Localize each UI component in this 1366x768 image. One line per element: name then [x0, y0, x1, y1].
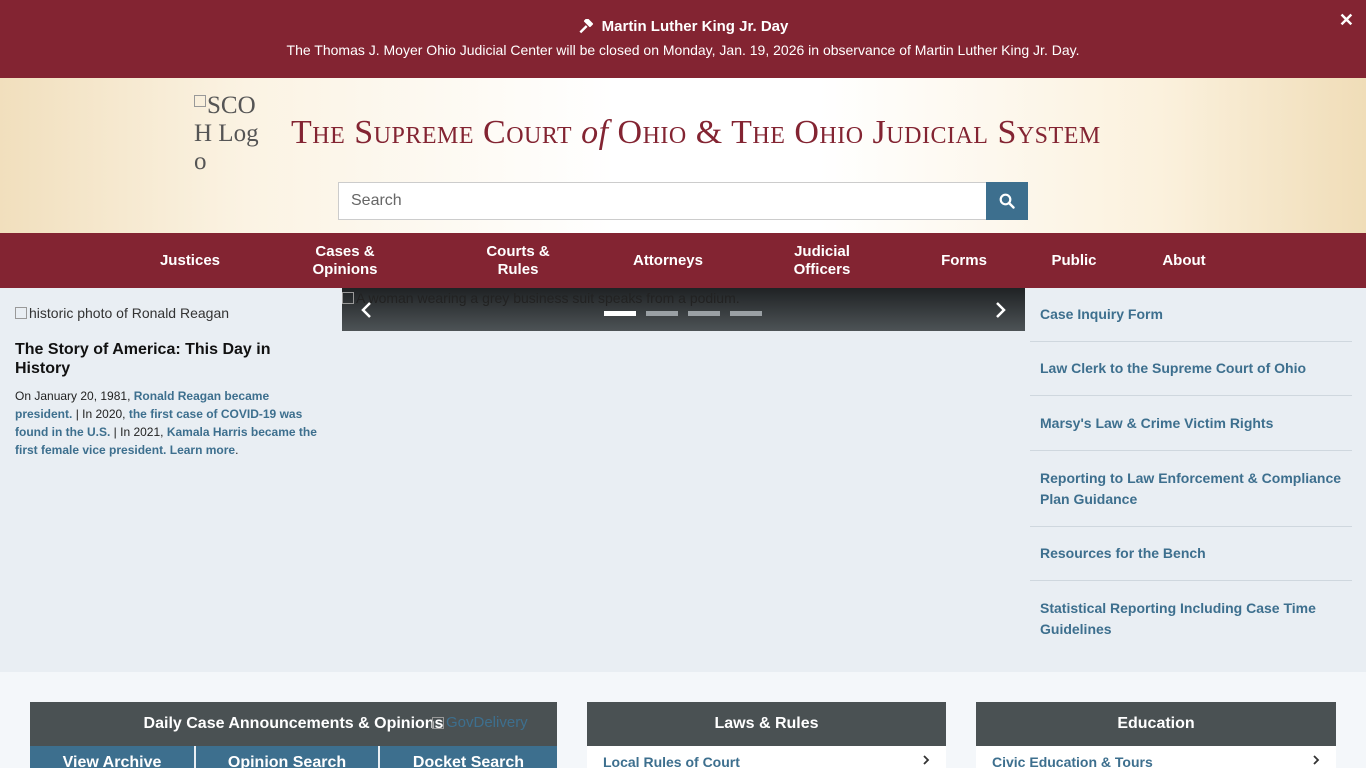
list-item[interactable]: Civic Education & Tours — [976, 746, 1336, 768]
search-icon — [999, 193, 1015, 209]
alert-message: The Thomas J. Moyer Ohio Judicial Center… — [286, 42, 1080, 58]
site-logo[interactable]: SCOH Logo — [194, 92, 270, 182]
quick-link[interactable]: Law Clerk to the Supreme Court of Ohio — [1030, 342, 1352, 396]
chevron-right-icon — [1313, 755, 1320, 765]
quick-link[interactable]: Statistical Reporting Including Case Tim… — [1030, 581, 1352, 657]
main-nav: Justices Cases & Opinions Courts & Rules… — [0, 233, 1366, 288]
govdelivery-alt: GovDelivery — [446, 714, 528, 731]
learn-more-link[interactable]: Learn more — [170, 443, 235, 457]
view-archive-button[interactable]: View Archive — [30, 746, 196, 768]
feature-image-alt: historic photo of Ronald Reagan — [29, 305, 230, 321]
announcements-title: Daily Case Announcements & Opinions — [143, 715, 444, 732]
feature-text: On January 20, 1981, Ronald Reagan becam… — [15, 387, 320, 459]
laws-panel-header: Laws & Rules — [587, 702, 946, 746]
this-day-in-history: historic photo of Ronald Reagan The Stor… — [15, 305, 320, 459]
education-list: Civic Education & Tours — [976, 746, 1336, 768]
site-title[interactable]: The Supreme Court of Ohio & The Ohio Jud… — [291, 114, 1101, 152]
chevron-left-icon — [361, 302, 371, 318]
announcement-buttons: View Archive Opinion Search Docket Searc… — [30, 746, 557, 768]
title-of: of — [581, 114, 609, 151]
docket-search-button[interactable]: Docket Search — [380, 746, 557, 768]
broken-image-icon — [432, 716, 444, 729]
nav-cases-opinions[interactable]: Cases & Opinions — [300, 233, 390, 288]
nav-justices[interactable]: Justices — [150, 233, 230, 288]
carousel-next-button[interactable] — [989, 298, 1013, 322]
nav-judicial-officers[interactable]: Judicial Officers — [782, 233, 862, 288]
carousel-dot-1[interactable] — [604, 311, 636, 316]
carousel-dot-3[interactable] — [688, 311, 720, 316]
quick-link[interactable]: Reporting to Law Enforcement & Complianc… — [1030, 451, 1352, 527]
carousel-image-alt: A woman wearing a grey business suit spe… — [356, 290, 740, 306]
broken-image-icon — [194, 95, 206, 107]
hero-carousel: A woman wearing a grey business suit spe… — [342, 288, 1025, 331]
feature-text-1: On January 20, 1981, — [15, 389, 134, 403]
list-item-label: Civic Education & Tours — [992, 754, 1153, 768]
broken-image-icon — [342, 292, 354, 304]
nav-attorneys[interactable]: Attorneys — [623, 233, 713, 288]
chevron-right-icon — [996, 302, 1006, 318]
feature-image: historic photo of Ronald Reagan — [15, 305, 320, 321]
nav-about[interactable]: About — [1150, 233, 1218, 288]
carousel-image: A woman wearing a grey business suit spe… — [342, 290, 740, 306]
search-bar — [338, 182, 1028, 220]
quick-link[interactable]: Case Inquiry Form — [1030, 288, 1352, 342]
site-header: SCOH Logo The Supreme Court of Ohio & Th… — [0, 78, 1366, 233]
alert-title: Martin Luther King Jr. Day — [601, 18, 789, 35]
chevron-right-icon — [923, 755, 930, 765]
nav-forms[interactable]: Forms — [930, 233, 998, 288]
title-part-2: Ohio & The Ohio Judicial System — [617, 114, 1101, 151]
feature-title: The Story of America: This Day in Histor… — [15, 341, 271, 377]
title-part-1: The Supreme Court — [291, 114, 573, 151]
search-input[interactable] — [338, 182, 986, 220]
education-panel-header: Education — [976, 702, 1336, 746]
list-item-label: Local Rules of Court — [603, 754, 740, 768]
gavel-icon — [579, 18, 593, 33]
alert-heading: Martin Luther King Jr. Day — [0, 18, 1366, 35]
quick-link[interactable]: Resources for the Bench — [1030, 527, 1352, 581]
list-item[interactable]: Local Rules of Court — [587, 746, 946, 768]
nav-public[interactable]: Public — [1040, 233, 1108, 288]
alert-banner: Martin Luther King Jr. Day The Thomas J.… — [0, 0, 1366, 78]
carousel-prev-button[interactable] — [354, 298, 378, 322]
opinion-search-button[interactable]: Opinion Search — [196, 746, 380, 768]
close-icon[interactable]: ✕ — [1339, 10, 1354, 31]
govdelivery-link[interactable]: GovDelivery — [432, 714, 528, 731]
nav-courts-rules[interactable]: Courts & Rules — [478, 233, 558, 288]
feature-text-5: . — [235, 443, 239, 457]
feature-text-2: | In 2020, — [72, 407, 129, 421]
search-button[interactable] — [986, 182, 1028, 220]
carousel-dot-4[interactable] — [730, 311, 762, 316]
carousel-dot-2[interactable] — [646, 311, 678, 316]
quick-links: Case Inquiry Form Law Clerk to the Supre… — [1030, 288, 1352, 657]
announcements-panel-header: Daily Case Announcements & Opinions GovD… — [30, 702, 557, 746]
carousel-indicators — [604, 311, 762, 316]
laws-list: Local Rules of Court — [587, 746, 946, 768]
feature-text-3: | In 2021, — [110, 425, 167, 439]
broken-image-icon — [15, 307, 27, 319]
quick-link[interactable]: Marsy's Law & Crime Victim Rights — [1030, 396, 1352, 451]
